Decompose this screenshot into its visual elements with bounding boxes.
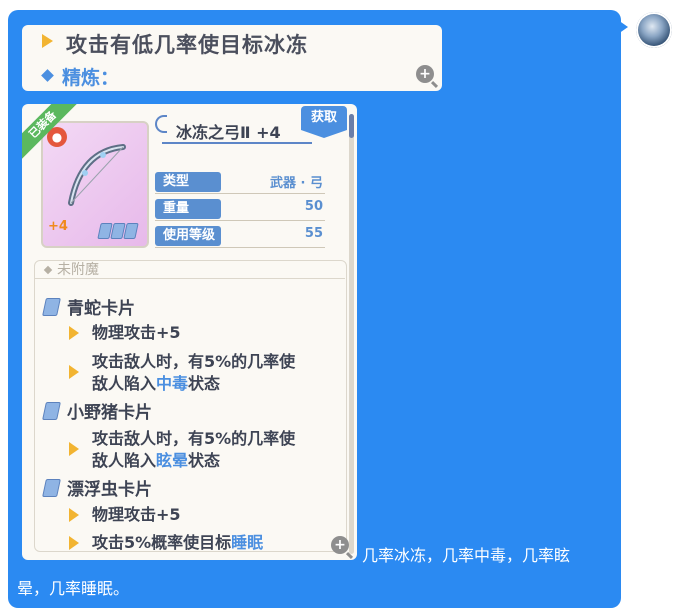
card-name: 青蛇卡片 bbox=[67, 299, 135, 319]
message-text: 晕，几率睡眠。 bbox=[17, 579, 130, 598]
avatar[interactable] bbox=[636, 12, 672, 48]
play-triangle-icon bbox=[69, 365, 79, 379]
stat-divider bbox=[155, 193, 325, 194]
stat-label-weight: 重量 bbox=[155, 199, 221, 219]
scrollbar-thumb[interactable] bbox=[349, 114, 354, 138]
enchant-label: 未附魔 bbox=[57, 262, 99, 278]
effect-header-card: 攻击有低几率使目标冰冻 精炼： + bbox=[22, 25, 442, 91]
stat-label-type: 类型 bbox=[155, 172, 221, 192]
refine-level: +4 bbox=[48, 219, 68, 234]
bow-icon bbox=[68, 144, 126, 206]
enchant-divider bbox=[34, 278, 345, 279]
stat-value-weight: 50 bbox=[304, 199, 323, 214]
refine-label: 精炼： bbox=[62, 67, 120, 89]
item-name: 冰冻之弓Ⅱ +4 bbox=[176, 123, 281, 142]
zoom-in-icon[interactable]: + bbox=[416, 65, 434, 83]
obtain-button[interactable]: 获取 bbox=[301, 106, 347, 138]
bubble-tail bbox=[618, 20, 628, 34]
message-text: 几率冰冻，几率中毒，几率眩 bbox=[362, 546, 571, 565]
name-underline bbox=[162, 142, 312, 144]
card-effect: 物理攻击+5 bbox=[92, 323, 181, 342]
play-triangle-icon bbox=[69, 508, 79, 522]
play-triangle-icon bbox=[69, 326, 79, 340]
stat-divider bbox=[155, 247, 325, 248]
play-triangle-icon bbox=[69, 442, 79, 456]
status-highlight: 睡眠 bbox=[231, 533, 264, 552]
item-card: ● +4 已装备 冰冻之弓Ⅱ +4 获取 类型 武器 · 弓 重量 50 使用等… bbox=[22, 104, 357, 560]
card-slot-icon bbox=[123, 223, 139, 239]
card-name: 漂浮虫卡片 bbox=[67, 480, 152, 500]
card-effect: 物理攻击+5 bbox=[92, 505, 181, 524]
zoom-in-icon[interactable]: + bbox=[331, 536, 349, 554]
name-ornament bbox=[155, 115, 167, 133]
item-icon-frame[interactable]: ● +4 bbox=[41, 121, 149, 248]
stat-divider bbox=[155, 220, 325, 221]
scrollbar-track[interactable] bbox=[349, 114, 354, 554]
card-effect: 攻击敌人时，有5%的几率使 bbox=[92, 429, 296, 448]
play-triangle-icon bbox=[42, 34, 53, 48]
card-effect: 攻击敌人时，有5%的几率使 bbox=[92, 352, 296, 371]
card-effect: 敌人陷入眩晕状态 bbox=[92, 451, 221, 470]
play-triangle-icon bbox=[69, 536, 79, 550]
card-effect: 敌人陷入中毒状态 bbox=[92, 374, 221, 393]
card-effect: 攻击5%概率使目标睡眠 bbox=[92, 533, 264, 552]
status-highlight: 眩晕 bbox=[156, 451, 189, 470]
diamond-icon bbox=[41, 69, 54, 82]
card-name: 小野猪卡片 bbox=[67, 403, 152, 423]
stat-value-type: 武器 · 弓 bbox=[270, 176, 323, 191]
stat-value-level: 55 bbox=[304, 226, 323, 241]
status-highlight: 中毒 bbox=[156, 374, 189, 393]
effect-title: 攻击有低几率使目标冰冻 bbox=[66, 33, 308, 57]
stat-label-level: 使用等级 bbox=[155, 226, 221, 246]
